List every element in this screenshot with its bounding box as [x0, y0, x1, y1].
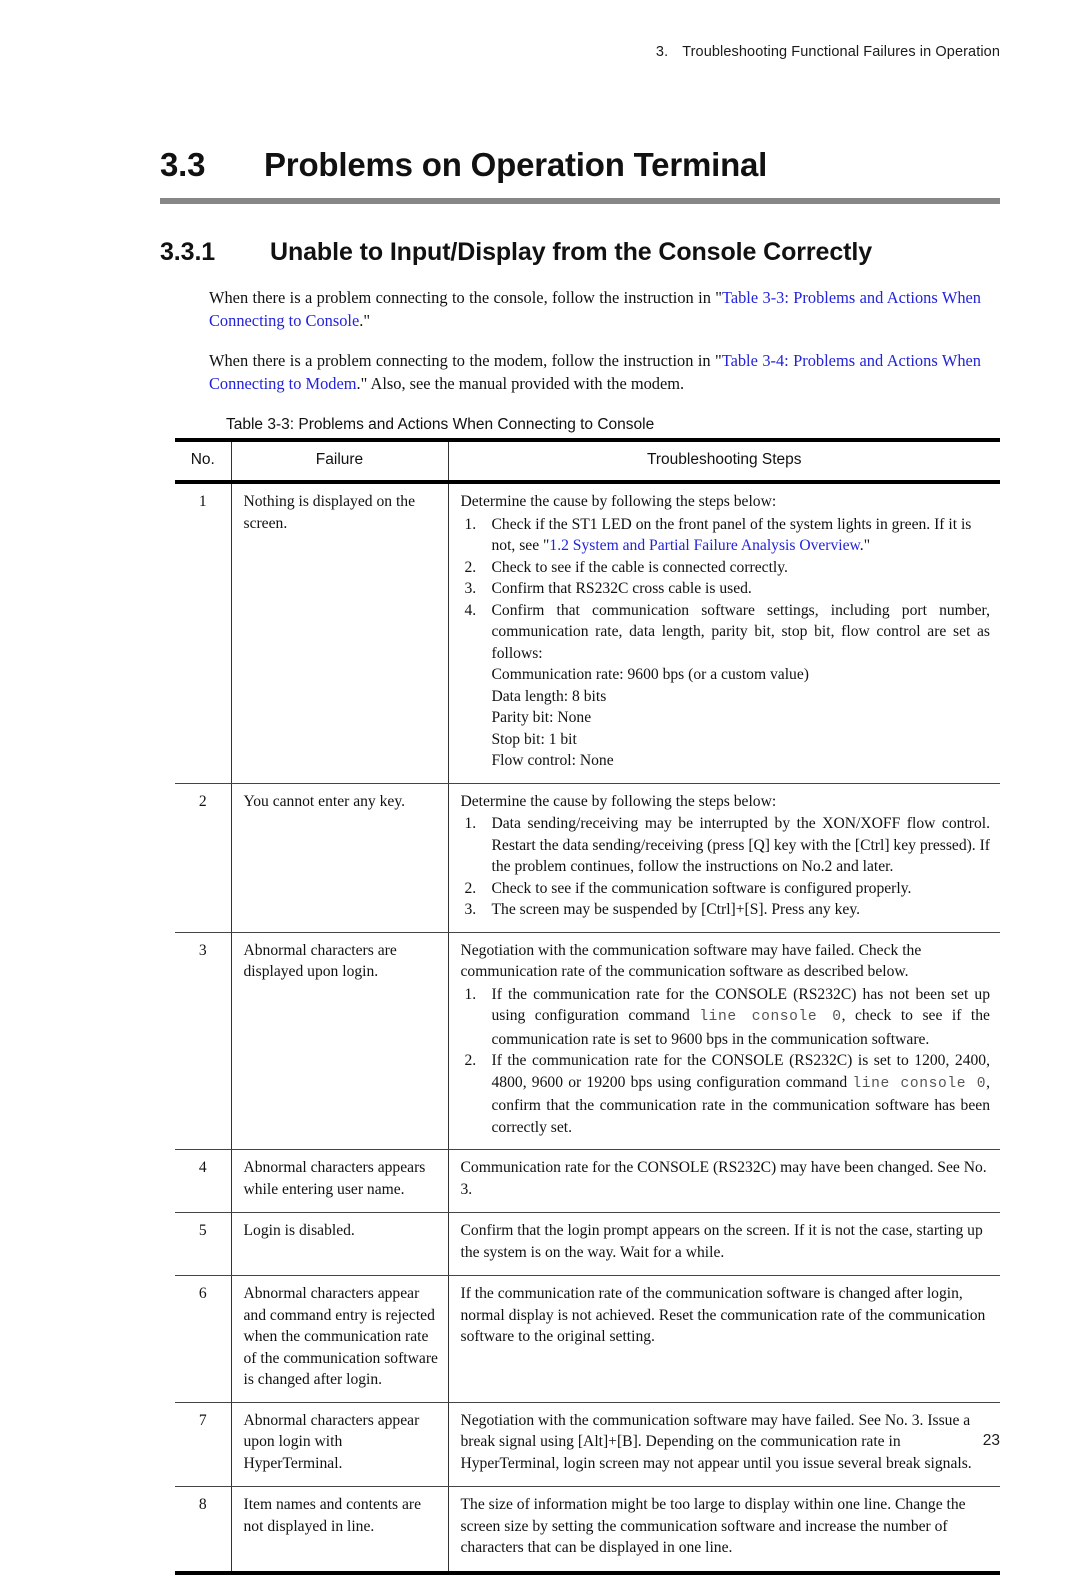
steps-intro-text: Determine the cause by following the ste…	[460, 792, 777, 810]
table-row: 2 You cannot enter any key. Determine the …	[175, 783, 1000, 933]
table-header-row: No. Failure Troubleshooting Steps	[175, 438, 1000, 484]
step-subline: Parity bit: None	[491, 709, 592, 726]
table-row: 6 Abnormal characters appear and command …	[175, 1275, 1000, 1403]
step-text: Confirm that RS232C cross cable is used.	[491, 580, 752, 597]
cell-failure: Abnormal characters are displayed upon l…	[231, 932, 449, 1150]
cell-no: 5	[175, 1212, 232, 1276]
step-text-tail: ."	[859, 537, 871, 554]
step-subline: Stop bit: 1 bit	[491, 730, 577, 748]
steps-list: If the communication rate for the CONSOL…	[461, 984, 990, 1139]
cell-troubleshooting-steps: Negotiation with the communication softw…	[448, 932, 1000, 1150]
steps-intro-text: Determine the cause by following the ste…	[460, 493, 777, 510]
table-caption: Table 3-3: Problems and Actions When Con…	[226, 416, 655, 433]
cell-troubleshooting-steps: Communication rate for the CONSOLE (RS23…	[448, 1149, 1000, 1213]
steps-intro-text: Negotiation with the communication softw…	[460, 941, 922, 981]
step-subline: Communication rate: 9600 bps (or a custo…	[491, 666, 809, 683]
step-subline: Data length: 8 bits	[491, 687, 607, 705]
paragraph-text: When there is a problem connecting to th…	[209, 288, 722, 307]
cell-troubleshooting-steps: Confirm that the login prompt appears on…	[448, 1212, 1000, 1276]
cell-troubleshooting-steps: Determine the cause by following the ste…	[448, 783, 1000, 933]
step-text: Confirm that communication software sett…	[491, 601, 991, 662]
running-header-chapter-number: 3.	[655, 44, 669, 60]
cell-failure: Login is disabled.	[231, 1212, 449, 1276]
table-header: No. Failure Troubleshooting Steps	[175, 438, 1000, 484]
step-text: Check to see if the communication softwa…	[491, 879, 912, 897]
cell-no: 4	[175, 1149, 232, 1213]
steps-intro-text: The size of information might be too lar…	[460, 1496, 966, 1556]
troubleshooting-table: No. Failure Troubleshooting Steps 1 Nothi…	[175, 438, 1000, 1575]
step-item: Data sending/receiving may be interrupte…	[461, 813, 991, 878]
subsection-heading: 3.3.1 Unable to Input/Display from the Co…	[160, 238, 1020, 267]
column-header-failure: Failure	[231, 438, 449, 484]
cell-failure: Abnormal characters appears while enteri…	[231, 1149, 449, 1213]
step-item: The screen may be suspended by [Ctrl]+[S…	[461, 899, 991, 921]
paragraph-text-tail: ."	[359, 311, 371, 330]
cell-no: 1	[175, 482, 232, 784]
inline-code: line console 0	[852, 1075, 987, 1092]
table-body: 1 Nothing is displayed on the screen. Dete…	[175, 482, 1000, 1575]
section-title: Problems on Operation Terminal	[264, 146, 768, 183]
running-header: 3. Troubleshooting Functional Failures in…	[0, 44, 1000, 60]
paragraph-text-tail: ." Also, see the manual provided with th…	[356, 374, 685, 393]
step-item: Check to see if the cable is connected c…	[461, 557, 991, 579]
column-header-steps: Troubleshooting Steps	[448, 438, 1000, 484]
steps-intro-text: If the communication rate of the communi…	[460, 1285, 986, 1345]
cell-failure: Nothing is displayed on the screen.	[231, 482, 449, 784]
step-item: If the communication rate for the CONSOL…	[461, 1050, 990, 1138]
step-item: Check if the ST1 LED on the front panel …	[461, 514, 991, 557]
subsection-number: 3.3.1	[160, 238, 216, 266]
step-item: Confirm that RS232C cross cable is used.	[461, 578, 991, 600]
step-text: Data sending/receiving may be interrupte…	[491, 815, 991, 875]
steps-list: Check if the ST1 LED on the front panel …	[461, 514, 991, 772]
table-row: 8 Item names and contents are not display…	[175, 1486, 1000, 1575]
subsection-title: Unable to Input/Display from the Console…	[270, 238, 873, 266]
intro-paragraph-console: When there is a problem connecting to th…	[209, 286, 981, 332]
cell-no: 8	[175, 1486, 232, 1575]
table-row: 4 Abnormal characters appears while enter…	[175, 1149, 1000, 1213]
page-number: 23	[982, 1432, 1000, 1449]
step-item: Check to see if the communication softwa…	[461, 878, 991, 900]
document-page: 3. Troubleshooting Functional Failures in…	[0, 0, 1080, 1575]
steps-intro-text: Communication rate for the CONSOLE (RS23…	[460, 1159, 987, 1198]
cell-no: 2	[175, 783, 232, 933]
cell-failure: Abnormal characters appear and command e…	[231, 1275, 449, 1403]
cell-troubleshooting-steps: The size of information might be too lar…	[448, 1486, 1000, 1575]
steps-list: Data sending/receiving may be interrupte…	[461, 813, 991, 921]
table-row: 3 Abnormal characters are displayed upon …	[175, 932, 1000, 1150]
cell-troubleshooting-steps: If the communication rate of the communi…	[448, 1275, 1000, 1403]
step-subline: Flow control: None	[491, 752, 614, 769]
cell-failure: You cannot enter any key.	[231, 783, 449, 933]
step-text: The screen may be suspended by [Ctrl]+[S…	[491, 901, 861, 918]
step-text: Check to see if the cable is connected c…	[491, 558, 788, 576]
cell-troubleshooting-steps: Determine the cause by following the ste…	[448, 482, 1000, 784]
link-section-1-2[interactable]: 1.2 System and Partial Failure Analysis …	[549, 537, 859, 554]
section-number: 3.3	[160, 146, 206, 183]
table-row: 5 Login is disabled. Confirm that the logi…	[175, 1212, 1000, 1276]
step-item: If the communication rate for the CONSOL…	[461, 984, 990, 1051]
cell-failure: Item names and contents are not displaye…	[231, 1486, 449, 1575]
step-item: Confirm that communication software sett…	[461, 600, 991, 772]
steps-intro-text: Confirm that the login prompt appears on…	[460, 1222, 983, 1261]
intro-paragraph-modem: When there is a problem connecting to th…	[209, 349, 981, 395]
inline-code: line console 0	[699, 1009, 842, 1025]
paragraph-text: When there is a problem connecting to th…	[209, 351, 722, 370]
running-header-chapter-title: Troubleshooting Functional Failures in O…	[682, 44, 1000, 60]
cell-no: 6	[175, 1275, 232, 1403]
section-heading: 3.3 Problems on Operation Terminal	[160, 146, 1000, 184]
section-divider-rule	[160, 198, 1000, 204]
column-header-no: No.	[175, 438, 232, 484]
cell-no: 3	[175, 932, 232, 1150]
table-row: 1 Nothing is displayed on the screen. Dete…	[175, 482, 1000, 784]
